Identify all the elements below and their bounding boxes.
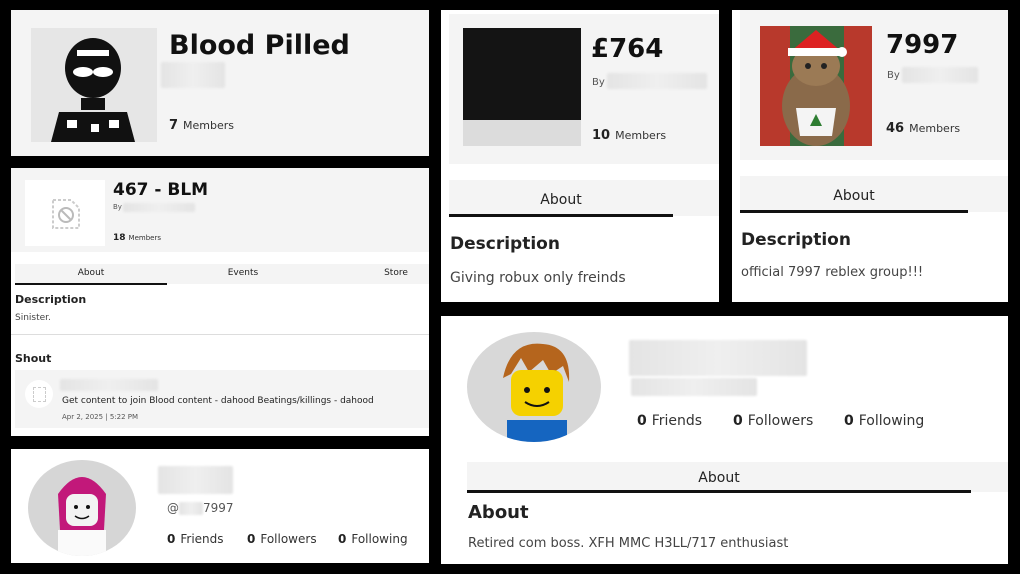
owner-name-redacted: [123, 203, 195, 212]
owner-name-redacted: [161, 62, 225, 88]
tab-about[interactable]: About: [15, 268, 167, 278]
group-title: Blood Pilled: [169, 30, 350, 61]
description-heading: Description: [741, 230, 851, 250]
description-heading: Description: [15, 293, 87, 306]
shout-text: Get content to join Blood content - daho…: [62, 396, 374, 406]
friends-count[interactable]: 0 Friends: [637, 413, 702, 429]
owner-name-redacted: [607, 73, 707, 89]
member-count: 10 Members: [592, 128, 667, 143]
tab-active-indicator: [740, 210, 968, 213]
by-label: By: [592, 77, 605, 88]
shout-heading: Shout: [15, 352, 52, 365]
group-header: 7997 By 46 Members: [740, 10, 1008, 160]
tab-active-indicator: [449, 214, 673, 217]
group-emblem-alien[interactable]: [31, 28, 157, 142]
group-emblem-placeholder[interactable]: [25, 180, 105, 246]
image-unavailable-icon: [51, 198, 81, 230]
username-redacted: [631, 378, 757, 396]
about-text: Retired com boss. XFH MMC H3LL/717 enthu…: [468, 536, 789, 551]
group-header: £764 By 10 Members: [449, 14, 719, 164]
description-text: Sinister.: [15, 313, 51, 323]
group-title: 467 - BLM: [113, 180, 209, 200]
shout-timestamp: Apr 2, 2025 | 5:22 PM: [62, 413, 139, 421]
tab-about[interactable]: About: [740, 188, 968, 204]
tab-about[interactable]: About: [449, 192, 673, 208]
profile-card-small: @7997 0 Friends 0 Followers 0 Following: [11, 449, 429, 563]
display-name-redacted: [158, 466, 233, 494]
group-card-7997: 7997 By 46 Members About Description offi…: [732, 10, 1008, 302]
avatar-placeholder[interactable]: [25, 380, 53, 408]
description-heading: Description: [450, 234, 560, 254]
following-count[interactable]: 0 Following: [338, 532, 408, 546]
tab-events[interactable]: Events: [167, 268, 319, 278]
member-count: 18 Members: [113, 233, 161, 243]
display-name-redacted: [629, 340, 807, 376]
image-unavailable-icon: [33, 387, 46, 402]
tab-about[interactable]: About: [467, 470, 971, 486]
following-count[interactable]: 0 Following: [844, 413, 924, 429]
member-count: 7 Members: [169, 118, 235, 133]
group-emblem-dark[interactable]: [463, 28, 581, 146]
poster-name-redacted: [60, 379, 158, 391]
avatar-bacon-hair[interactable]: [467, 332, 601, 442]
member-count: 46 Members: [886, 121, 961, 136]
group-header: 467 - BLM By 18 Members: [11, 168, 429, 252]
description-text: official 7997 reblex group!!!: [741, 265, 924, 280]
description-text: Giving robux only freinds: [450, 270, 626, 286]
tab-active-indicator: [15, 283, 167, 285]
avatar-pink-hair[interactable]: [28, 460, 136, 556]
divider: [11, 334, 429, 335]
tab-store[interactable]: Store: [351, 268, 429, 278]
group-title: 7997: [886, 30, 959, 60]
handle-redacted: [179, 502, 203, 515]
followers-count[interactable]: 0 Followers: [247, 532, 317, 546]
followers-count[interactable]: 0 Followers: [733, 413, 813, 429]
group-emblem-cat[interactable]: [760, 26, 872, 146]
friends-count[interactable]: 0 Friends: [167, 532, 224, 546]
group-card-764: £764 By 10 Members About Description Givi…: [441, 10, 719, 302]
group-title: £764: [591, 34, 664, 64]
profile-card-large: 0 Friends 0 Followers 0 Following About Abo…: [441, 316, 1008, 564]
by-label: By: [887, 70, 900, 81]
group-card-blm: 467 - BLM By 18 Members About Events Stor…: [11, 168, 429, 436]
username-handle: @7997: [167, 501, 234, 515]
by-label: By: [113, 203, 122, 211]
about-heading: About: [468, 502, 529, 523]
tab-active-indicator: [467, 490, 971, 493]
shout-post: Get content to join Blood content - daho…: [15, 370, 429, 428]
owner-name-redacted: [902, 67, 978, 83]
group-card-blood-pilled: Blood Pilled 7 Members: [11, 10, 429, 156]
